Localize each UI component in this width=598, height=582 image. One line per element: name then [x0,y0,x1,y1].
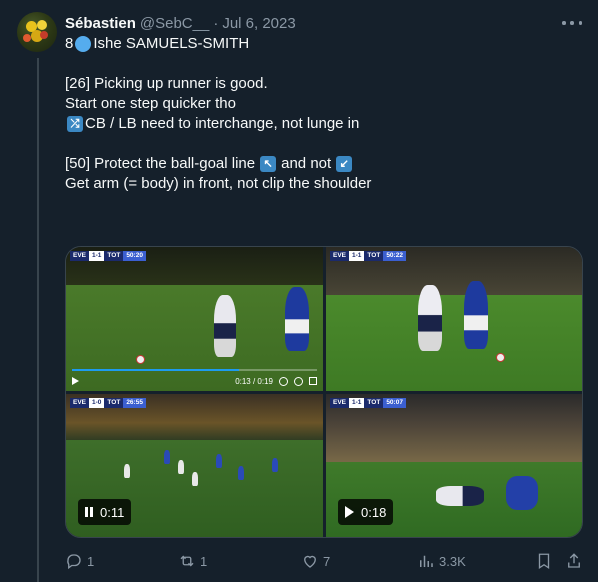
away-team: TOT [104,398,124,408]
video-tile-1[interactable]: EVE 1-1 TOT 50:20 0:13 / 0:19 [66,247,323,391]
video-duration: 0:18 [361,504,387,520]
like-count: 7 [323,553,331,569]
repost-button[interactable]: 1 [178,552,207,570]
thread-line [37,58,39,582]
media-grid: EVE 1-1 TOT 50:20 0:13 / 0:19 EVE 1-1 TO… [65,246,583,538]
home-team: EVE [330,398,350,408]
score: 1-0 [89,398,105,408]
away-team: TOT [364,251,384,261]
home-team: EVE [70,398,90,408]
reply-icon [67,554,81,570]
tweet-text: 8 Ishe SAMUELS-SMITH [26] Picking up run… [65,34,585,194]
scoreboard: EVE 1-1 TOT 50:07 [330,398,406,408]
tweet-line-6: Get arm (= body) in front, not clip the … [65,174,585,194]
score: 1-1 [89,251,105,261]
tweet-line-5: [50] Protect the ball-goal line ↖ and no… [65,154,585,174]
tweet-line-1: 8 Ishe SAMUELS-SMITH [65,34,585,54]
tweet-header: Sébastien @SebC__ · Jul 6, 2023 [65,12,584,34]
author-handle[interactable]: @SebC__ [140,15,209,32]
tweet-line-3: Start one step quicker tho [65,94,585,114]
away-team: TOT [104,251,124,261]
tweet-line-2: [26] Picking up runner is good. [65,74,585,94]
scoreboard: EVE 1-1 TOT 50:22 [330,251,406,261]
video-controls: 0:13 / 0:19 [66,371,323,391]
like-icon [304,555,316,568]
score: 1-1 [349,251,365,261]
away-team: TOT [364,398,384,408]
pause-icon[interactable] [85,507,93,517]
match-clock: 50:20 [123,251,146,261]
video-duration-badge[interactable]: 0:18 [338,499,394,525]
avatar[interactable] [17,12,57,52]
player-number: 8 [65,35,74,52]
separator-dot: · [213,14,219,32]
reply-button[interactable]: 1 [65,552,94,570]
video-duration: 0:11 [100,504,125,520]
share-button[interactable] [565,552,583,570]
scoreboard: EVE 1-1 TOT 50:20 [70,251,146,261]
tweet-line-3-text: Start one step quicker tho [65,95,236,112]
tweet-line-2-text: [26] Picking up runner is good. [65,75,268,92]
arrow-up-left-icon: ↖ [260,156,277,172]
video-tile-4[interactable]: EVE 1-1 TOT 50:07 0:18 [326,394,582,537]
play-icon[interactable] [72,377,79,385]
video-tile-3[interactable]: EVE 1-0 TOT 26:55 0:11 [66,394,323,537]
tweet-date[interactable]: Jul 6, 2023 [222,15,295,32]
settings-icon[interactable] [294,376,303,386]
like-button[interactable]: 7 [301,552,330,570]
reply-count: 1 [87,553,95,569]
video-time: 0:13 / 0:19 [235,376,273,386]
video-duration-badge[interactable]: 0:11 [78,499,132,525]
views-count: 3.3K [439,553,466,569]
tweet-line-4-text: CB / LB need to interchange, not lunge i… [85,115,360,132]
views-button[interactable]: 3.3K [417,552,466,570]
author-name[interactable]: Sébastien [65,15,136,32]
arrow-down-left-icon: ↙ [336,156,353,172]
bookmark-icon [538,553,550,570]
shuffle-icon: ⤮ [67,116,83,132]
score: 1-1 [349,398,365,408]
tweet-line-6-text: Get arm (= body) in front, not clip the … [65,175,372,192]
repost-icon [180,555,194,567]
scoreboard: EVE 1-0 TOT 26:55 [70,398,146,408]
home-team: EVE [70,251,90,261]
match-clock: 26:55 [123,398,146,408]
blue-circle-icon [75,36,92,52]
tweet-line-5-text-a: [50] Protect the ball-goal line [65,155,256,172]
repost-count: 1 [200,553,208,569]
play-icon[interactable] [345,506,354,518]
views-icon [420,555,433,567]
home-team: EVE [330,251,350,261]
action-bar: 1 1 7 3.3K [65,550,585,572]
match-clock: 50:22 [383,251,406,261]
bookmark-button[interactable] [535,552,553,570]
fullscreen-icon[interactable] [309,377,317,385]
match-clock: 50:07 [383,398,406,408]
player-name: Ishe SAMUELS-SMITH [93,35,250,52]
share-icon [568,553,580,568]
volume-icon[interactable] [279,376,288,386]
tweet-line-5-text-b: and not [281,155,332,172]
more-icon[interactable] [562,14,582,32]
video-tile-2[interactable]: EVE 1-1 TOT 50:22 [326,247,582,391]
tweet-line-4: ⤮ CB / LB need to interchange, not lunge… [65,114,585,134]
